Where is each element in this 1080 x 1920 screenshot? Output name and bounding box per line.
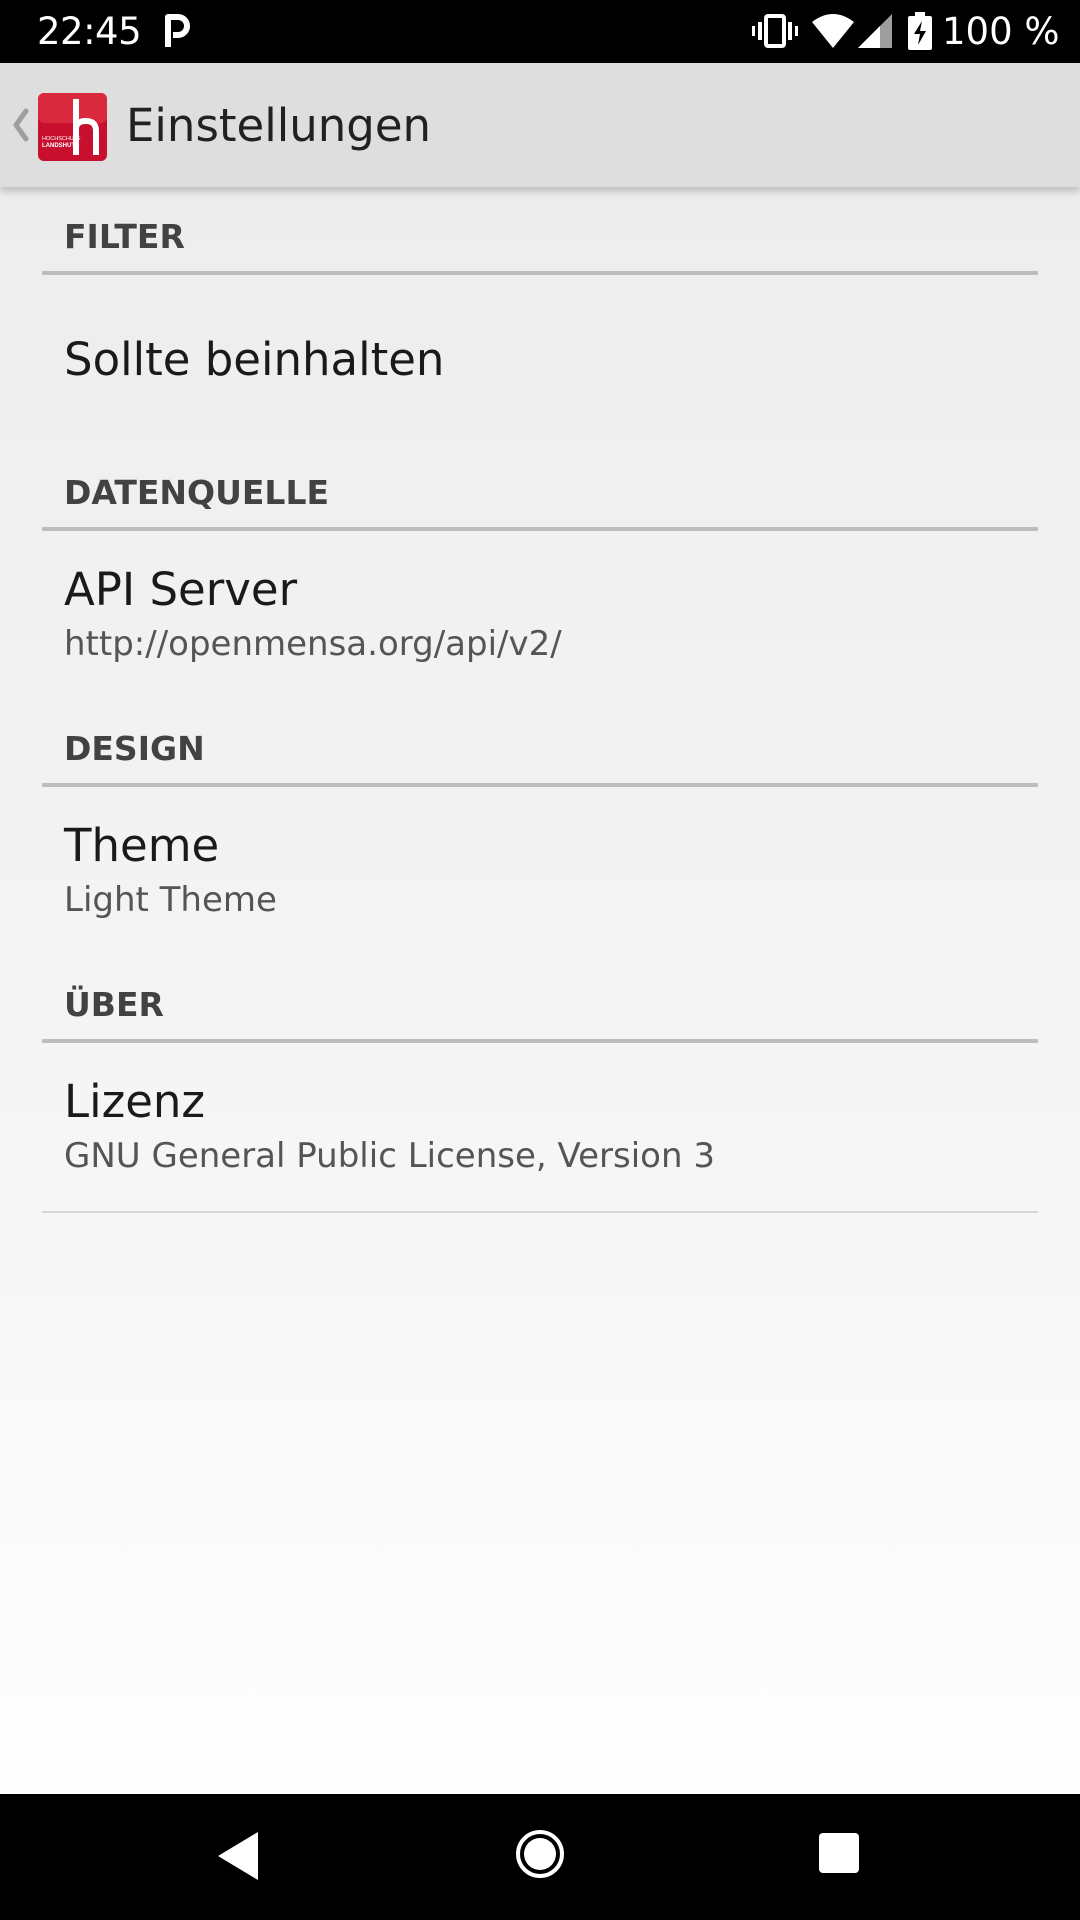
status-bar: 22:45 100 %	[0, 0, 1080, 63]
battery-charging-icon	[908, 12, 932, 50]
logo-text-landshut: LANDSHUT	[42, 143, 75, 149]
battery-percentage: 100 %	[942, 10, 1060, 53]
category-filter: FILTER	[42, 205, 1038, 275]
pref-summary: http://openmensa.org/api/v2/	[64, 624, 562, 664]
action-bar: HOCHSCHULE LANDSHUT Einstellungen	[0, 63, 1080, 187]
nav-recents-icon[interactable]	[818, 1832, 860, 1874]
list-divider	[42, 1211, 1038, 1213]
wifi-icon	[812, 14, 854, 48]
pref-title: Sollte beinhalten	[64, 333, 445, 386]
logo-text-hochschule: HOCHSCHULE	[42, 136, 81, 142]
pref-title: Lizenz	[64, 1075, 206, 1128]
navigation-bar	[0, 1794, 1080, 1920]
category-ueber: ÜBER	[42, 973, 1038, 1043]
status-time: 22:45	[37, 10, 142, 53]
category-title: ÜBER	[64, 985, 164, 1024]
parking-icon	[165, 14, 190, 47]
pref-title: API Server	[64, 563, 298, 616]
pref-api-server[interactable]: API Server http://openmensa.org/api/v2/	[0, 531, 1080, 701]
nav-home-icon[interactable]	[514, 1828, 566, 1880]
nav-back-icon[interactable]	[216, 1830, 260, 1882]
signal-icon	[858, 14, 892, 48]
category-title: FILTER	[64, 217, 185, 256]
pref-sollte-beinhalten[interactable]: Sollte beinhalten	[0, 275, 1080, 445]
pref-lizenz[interactable]: Lizenz GNU General Public License, Versi…	[0, 1043, 1080, 1211]
page-title: Einstellungen	[126, 99, 432, 152]
vibrate-icon	[752, 14, 798, 48]
category-title: DESIGN	[64, 729, 205, 768]
pref-summary: Light Theme	[64, 880, 277, 920]
category-design: DESIGN	[42, 717, 1038, 787]
app-logo[interactable]: HOCHSCHULE LANDSHUT	[38, 93, 107, 161]
category-title: DATENQUELLE	[64, 473, 330, 512]
pref-title: Theme	[64, 819, 220, 872]
pref-theme[interactable]: Theme Light Theme	[0, 787, 1080, 957]
pref-summary: GNU General Public License, Version 3	[64, 1136, 715, 1176]
back-chevron-icon[interactable]	[10, 107, 30, 143]
category-datenquelle: DATENQUELLE	[42, 461, 1038, 531]
